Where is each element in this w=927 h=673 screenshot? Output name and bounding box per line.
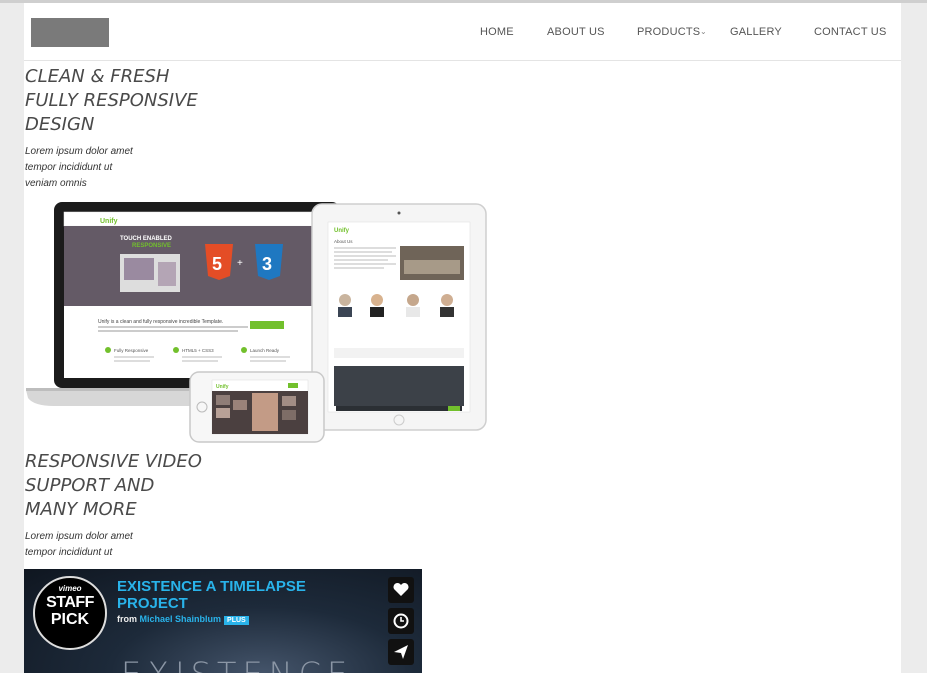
video-author-link[interactable]: Michael Shainblum bbox=[140, 614, 222, 624]
tablet-footer bbox=[334, 366, 464, 406]
svg-text:HTML5 + CSS3: HTML5 + CSS3 bbox=[182, 348, 214, 353]
site-header: HOME ABOUT US PRODUCTS ⌄ GALLERY CONTACT… bbox=[24, 3, 901, 61]
tablet-heading: About Us bbox=[334, 239, 353, 244]
staff-pick-line1: STAFF bbox=[46, 594, 94, 611]
section2-heading-line1: RESPONSIVE VIDEO bbox=[25, 451, 202, 472]
laptop-brand: Unify bbox=[100, 218, 118, 225]
svg-text:Unify: Unify bbox=[216, 384, 229, 390]
video-from-label: from bbox=[117, 614, 137, 624]
share-button[interactable] bbox=[388, 639, 414, 665]
section1-heading-line3: DESIGN bbox=[25, 114, 95, 135]
nav-gallery[interactable]: GALLERY bbox=[730, 26, 782, 38]
nav-home[interactable]: HOME bbox=[480, 26, 514, 38]
nav-products[interactable]: PRODUCTS bbox=[637, 26, 700, 38]
section1-text-line3: veniam omnis bbox=[25, 178, 87, 189]
section1-heading-line2: FULLY RESPONSIVE bbox=[25, 90, 198, 111]
section2-text-line2: tempor incididunt ut bbox=[25, 547, 113, 558]
vimeo-video-player[interactable]: vimeo STAFF PICK EXISTENCE A TIMELAPSE P… bbox=[24, 569, 422, 673]
nav-about-us[interactable]: ABOUT US bbox=[547, 26, 605, 38]
section1-text-line1: Lorem ipsum dolor amet bbox=[25, 146, 133, 157]
chevron-down-icon[interactable]: ⌄ bbox=[700, 27, 707, 36]
staff-pick-badge: vimeo STAFF PICK bbox=[33, 576, 107, 650]
clock-icon bbox=[393, 613, 409, 629]
like-button[interactable] bbox=[388, 577, 414, 603]
nav-contact-us[interactable]: CONTACT US bbox=[814, 26, 887, 38]
section2-heading-line3: MANY MORE bbox=[25, 499, 137, 520]
svg-text:Fully Responsive: Fully Responsive bbox=[114, 348, 149, 353]
laptop-headline-1: TOUCH ENABLED bbox=[120, 236, 173, 242]
page-container: HOME ABOUT US PRODUCTS ⌄ GALLERY CONTACT… bbox=[24, 3, 901, 673]
laptop-headline-2: RESPONSIVE bbox=[132, 243, 171, 249]
staff-pick-line2: PICK bbox=[50, 611, 90, 628]
vimeo-logo-text: vimeo bbox=[58, 584, 82, 593]
send-icon bbox=[394, 645, 408, 659]
laptop-tagline: Unify is a clean and fully responsive in… bbox=[98, 319, 223, 325]
heart-icon bbox=[393, 582, 409, 596]
watch-later-button[interactable] bbox=[388, 608, 414, 634]
site-logo[interactable] bbox=[31, 18, 109, 47]
section2-heading-line2: SUPPORT AND bbox=[25, 475, 155, 496]
responsive-devices-image: Unify TOUCH ENABLED RESPONSIVE 5 + 3 Uni… bbox=[26, 202, 487, 443]
svg-text:3: 3 bbox=[262, 254, 272, 274]
section2-text-line1: Lorem ipsum dolor amet bbox=[25, 531, 133, 542]
svg-text:Launch Ready: Launch Ready bbox=[250, 348, 280, 353]
video-frame-title: EXISTENCE bbox=[121, 655, 353, 673]
section1-heading-line1: CLEAN & FRESH bbox=[25, 66, 170, 87]
video-byline: from Michael Shainblum PLUS bbox=[117, 614, 249, 625]
video-title[interactable]: EXISTENCE A TIMELAPSE PROJECT bbox=[117, 578, 317, 612]
section1-text-line2: tempor incididunt ut bbox=[25, 162, 113, 173]
svg-text:5: 5 bbox=[212, 254, 222, 274]
svg-text:+: + bbox=[237, 258, 243, 269]
plus-badge: PLUS bbox=[224, 616, 249, 625]
tablet-brand: Unify bbox=[334, 228, 350, 234]
